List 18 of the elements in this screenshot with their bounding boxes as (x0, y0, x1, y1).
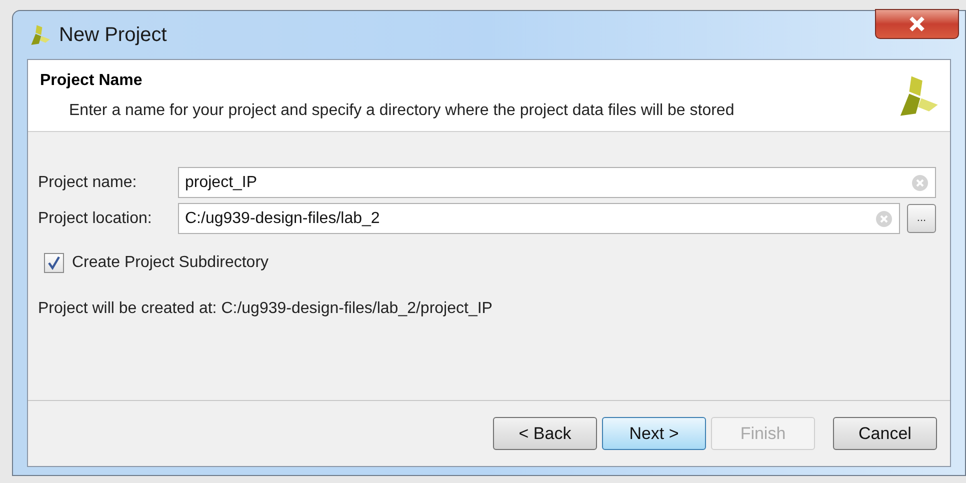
wizard-button[interactable]: < Back (493, 417, 597, 450)
field-label: Project name: (38, 172, 138, 192)
wizard-button[interactable]: Cancel (833, 417, 937, 450)
close-button[interactable] (875, 9, 959, 39)
location-summary: Project will be created at: C:/ug939-design-files/lab_2/project_IP (38, 299, 494, 319)
window-title: New Project (59, 23, 167, 48)
close-icon (907, 16, 927, 32)
wizard-button[interactable]: Next > (602, 417, 706, 450)
text-field[interactable]: C:/ug939-design-files/lab_2 (178, 203, 900, 234)
app-logo-icon (29, 24, 51, 46)
page-title: Project Name (40, 70, 144, 90)
checkbox-label: Create Project Subdirectory (72, 253, 269, 273)
browse-button[interactable]: ... (907, 204, 936, 233)
field-label: Project location: (38, 208, 153, 228)
page-description: Enter a name for your project and specify a directory where the project data files will be stored (68, 100, 736, 120)
checkbox[interactable] (44, 253, 64, 273)
checkmark-icon (47, 256, 61, 270)
text-field[interactable]: project_IP (178, 167, 936, 198)
